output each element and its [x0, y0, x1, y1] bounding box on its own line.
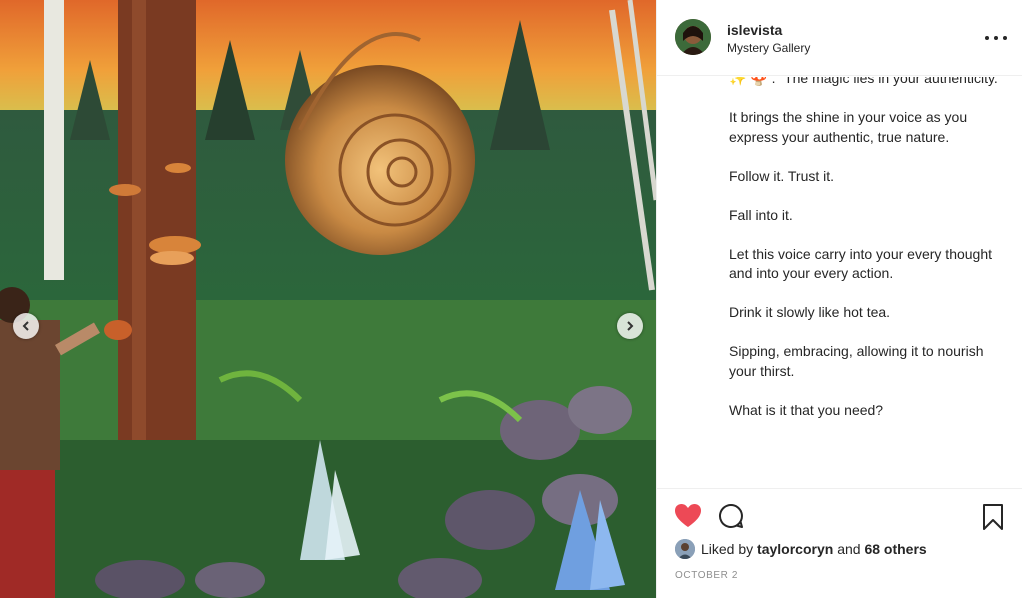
- post-image[interactable]: [0, 0, 656, 598]
- sparkles-icon: ✨: [729, 77, 747, 86]
- carousel-next-button[interactable]: [617, 313, 643, 339]
- caption-paragraph: It brings the shine in your voice as you…: [729, 109, 968, 145]
- post-panel: islevista Mystery Gallery ✨ 🍄 . “The mag…: [656, 0, 1022, 598]
- post-header: islevista Mystery Gallery: [657, 0, 1022, 76]
- avatar-image: [675, 19, 711, 55]
- caption-scroll-area[interactable]: ✨ 🍄 . “The magic lies in your authentici…: [657, 77, 1022, 487]
- likes-prefix: Liked by: [701, 541, 754, 557]
- caption-line: . “The magic lies in your authenticity.: [771, 77, 998, 86]
- post-location[interactable]: Mystery Gallery: [727, 41, 810, 55]
- post-username[interactable]: islevista: [727, 22, 782, 38]
- comment-button[interactable]: [718, 503, 744, 534]
- caption-paragraph: Follow it. Trust it.: [729, 167, 835, 184]
- more-options-button[interactable]: [985, 28, 1007, 48]
- caption-first-line: ✨ 🍄 . “The magic lies in your authentici…: [729, 77, 999, 89]
- caption-paragraph: Drink it slowly like hot tea.: [729, 304, 891, 320]
- heart-filled-icon: [675, 504, 701, 527]
- caption-paragraph: Fall into it.: [729, 206, 793, 223]
- chevron-right-icon: [627, 321, 634, 331]
- likes-others-link[interactable]: 68 others: [864, 541, 926, 557]
- caption-paragraph: What is it that you need?: [729, 401, 884, 418]
- like-button[interactable]: [674, 503, 702, 534]
- more-dot: [994, 36, 998, 40]
- caption-text: ✨ 🍄 . “The magic lies in your authentici…: [729, 77, 999, 440]
- caption-paragraph: Sipping, embracing, allowing it to nouri…: [729, 343, 984, 379]
- liker-username[interactable]: taylorcoryn: [757, 541, 833, 557]
- likes-conjunction: and: [837, 541, 861, 557]
- bookmark-icon: [983, 504, 1003, 530]
- caption-paragraph: Let this voice carry into your every tho…: [729, 245, 993, 282]
- carousel-prev-button[interactable]: [13, 313, 39, 339]
- save-button[interactable]: [981, 503, 1005, 536]
- liker-avatar-image: [675, 539, 695, 559]
- user-avatar[interactable]: [675, 19, 711, 55]
- chevron-left-icon: [22, 321, 29, 331]
- more-dot: [1003, 36, 1007, 40]
- action-bar: Liked by taylorcoryn and 68 others OCTOB…: [657, 488, 1022, 598]
- mushroom-icon: 🍄: [750, 77, 768, 86]
- mural-image: [0, 0, 656, 598]
- post-date[interactable]: OCTOBER 2: [675, 570, 738, 581]
- liker-avatar[interactable]: [675, 539, 695, 559]
- comment-bubble-icon: [719, 503, 743, 528]
- likes-summary: Liked by taylorcoryn and 68 others: [675, 539, 927, 559]
- more-horizontal-icon: [985, 36, 989, 40]
